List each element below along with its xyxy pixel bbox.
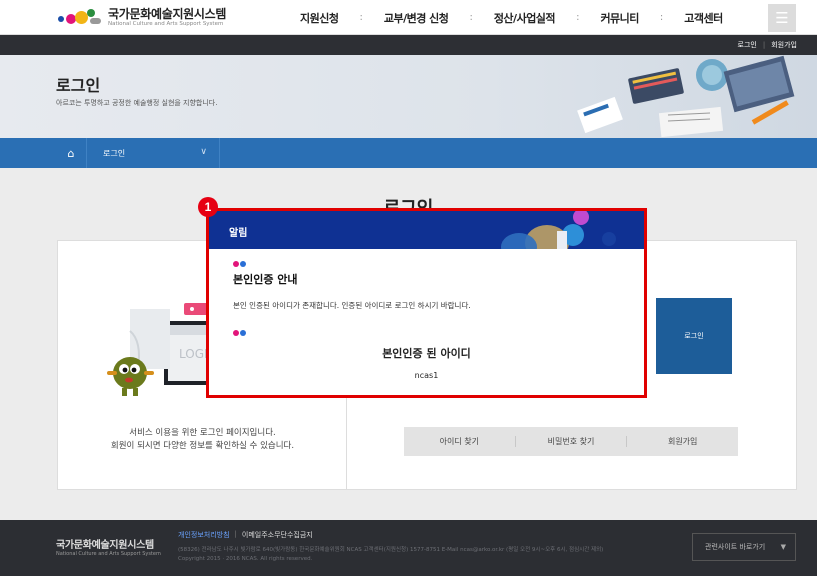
chevron-down-icon: ∨ xyxy=(200,147,207,157)
logo-title: 국가문화예술지원시스템 xyxy=(108,7,227,21)
page-hero: 로그인 아르코는 투명하고 공정한 예술행정 실현을 지향합니다. xyxy=(0,55,817,138)
footer-logo: 국가문화예술지원시스템 National Culture and Arts Su… xyxy=(56,536,161,557)
main-navigation: 지원신청 : 교부/변경 신청 : 정산/사업실적 : 커뮤니티 : 고객센터 xyxy=(300,10,723,26)
site-footer: 국가문화예술지원시스템 National Culture and Arts Su… xyxy=(0,520,817,576)
home-icon[interactable]: ⌂ xyxy=(56,138,86,168)
find-id-link[interactable]: 아이디 찾기 xyxy=(404,436,515,447)
nav-item-customer-center[interactable]: 고객센터 xyxy=(684,10,723,26)
find-password-link[interactable]: 비밀번호 찾기 xyxy=(514,436,627,447)
hamburger-icon: ☰ xyxy=(775,8,789,27)
utility-bar: 로그인 | 회원가입 xyxy=(0,35,817,55)
breadcrumb-label: 로그인 xyxy=(103,148,126,158)
modal-message: 본인 인증된 아이디가 존재합니다. 인증된 아이디로 로그인 하시기 바랍니다… xyxy=(233,301,471,310)
email-policy-link[interactable]: 이메일주소무단수집금지 xyxy=(242,530,313,540)
related-sites-select[interactable]: 관련사이트 바로가기 ▼ xyxy=(692,533,796,561)
modal-title: 알림 xyxy=(229,228,248,239)
bullet-dot-icon xyxy=(240,261,246,267)
nav-item-community[interactable]: 커뮤니티 xyxy=(600,10,639,26)
verified-id-heading: 본인인증 된 아이디 xyxy=(382,347,471,360)
nav-item-apply[interactable]: 지원신청 xyxy=(300,10,339,26)
menu-button[interactable]: ☰ xyxy=(768,4,796,32)
logo-mark-icon xyxy=(58,8,102,28)
topbar-login-link[interactable]: 로그인 xyxy=(738,40,757,50)
privacy-policy-link[interactable]: 개인정보처리방침 xyxy=(178,530,230,540)
bullet-dot-icon xyxy=(240,330,246,336)
bullet-dot-icon xyxy=(233,330,239,336)
footer-copyright: Copyright 2015 · 2016 NCAS. All rights r… xyxy=(178,556,313,562)
breadcrumb-current[interactable]: 로그인 ∨ xyxy=(86,138,220,168)
site-logo[interactable]: 국가문화예술지원시스템 National Culture and Arts Su… xyxy=(58,6,226,30)
footer-logo-title: 국가문화예술지원시스템 xyxy=(56,540,154,551)
site-header: 국가문화예술지원시스템 National Culture and Arts Su… xyxy=(0,0,817,35)
login-button[interactable]: 로그인 xyxy=(656,298,732,374)
related-sites-label: 관련사이트 바로가기 xyxy=(705,543,766,551)
login-intro-line2: 회원이 되시면 다양한 정보를 확인하실 수 있습니다. xyxy=(110,441,295,451)
footer-address: (58326) 전라남도 나주시 빛가람로 640(빛가람동) 한국문화예술위원… xyxy=(178,547,604,553)
login-intro-line1: 서비스 이용을 위한 로그인 페이지입니다. xyxy=(129,428,276,438)
account-links: 아이디 찾기 비밀번호 찾기 회원가입 xyxy=(404,427,738,456)
dropdown-arrow-icon: ▼ xyxy=(780,543,786,551)
annotation-badge: 1 xyxy=(198,197,218,217)
nav-item-grant-change[interactable]: 교부/변경 신청 xyxy=(384,10,449,26)
logo-subtitle: National Culture and Arts Support System xyxy=(108,21,224,27)
hero-illustration xyxy=(577,55,795,138)
verified-id-value: ncas1 xyxy=(414,371,439,380)
nav-item-settlement[interactable]: 정산/사업실적 xyxy=(494,10,556,26)
modal-header-decoration xyxy=(501,211,616,249)
illustration-text: LOGI xyxy=(179,347,208,361)
page-description: 아르코는 투명하고 공정한 예술행정 실현을 지향합니다. xyxy=(56,99,218,107)
breadcrumb: ⌂ 로그인 ∨ xyxy=(0,138,817,168)
signup-link[interactable]: 회원가입 xyxy=(626,436,738,447)
notice-modal: 알림 본인인증 안내 본인 인증된 아이디가 존재합니다. 인증된 아이디로 로… xyxy=(206,208,647,398)
bullet-dot-icon xyxy=(233,261,239,267)
page-title: 로그인 xyxy=(56,76,101,95)
topbar-signup-link[interactable]: 회원가입 xyxy=(771,40,797,50)
modal-heading: 본인인증 안내 xyxy=(233,273,298,286)
footer-logo-subtitle: National Culture and Arts Support System xyxy=(56,551,161,557)
modal-header: 알림 xyxy=(209,211,644,249)
